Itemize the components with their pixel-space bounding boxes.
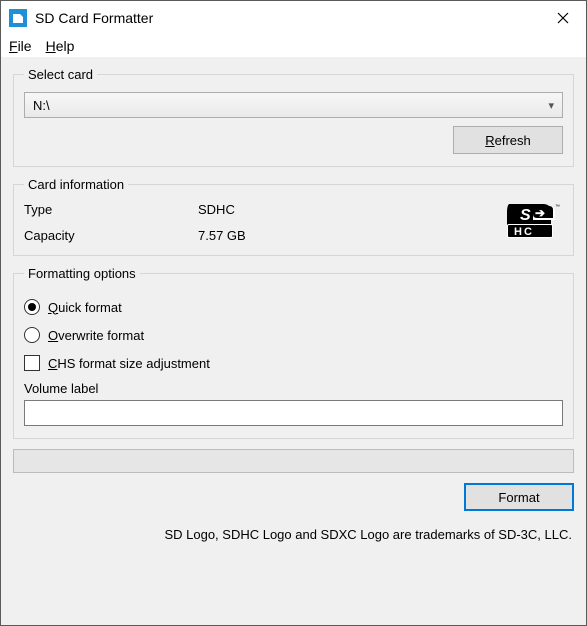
select-card-legend: Select card (24, 67, 97, 82)
app-icon (9, 9, 27, 27)
formatting-legend: Formatting options (24, 266, 140, 281)
chevron-down-icon: ▾ (548, 99, 554, 112)
card-info-legend: Card information (24, 177, 128, 192)
progress-bar (13, 449, 574, 473)
chs-label: CHS format size adjustment (48, 356, 210, 371)
checkbox-icon (24, 355, 40, 371)
app-window: SD Card Formatter File Help Select card … (0, 0, 587, 626)
radio-icon (24, 327, 40, 343)
chs-checkbox[interactable]: CHS format size adjustment (24, 351, 563, 375)
type-label: Type (24, 202, 194, 217)
quick-format-label: Quick format (48, 300, 122, 315)
menu-help[interactable]: Help (46, 38, 75, 54)
svg-text:™: ™ (555, 204, 560, 210)
formatting-group: Formatting options Quick format Overwrit… (13, 266, 574, 439)
svg-text:➔: ➔ (535, 206, 545, 220)
window-title: SD Card Formatter (35, 10, 540, 26)
svg-text:S: S (520, 207, 531, 224)
volume-label-input[interactable] (24, 400, 563, 426)
close-button[interactable] (540, 1, 586, 35)
card-info-group: Card information Type SDHC S ➔ HC ™ (13, 177, 574, 256)
overwrite-format-label: Overwrite format (48, 328, 144, 343)
sdhc-logo: S ➔ HC ™ (505, 202, 563, 243)
capacity-value: 7.57 GB (198, 228, 501, 243)
format-button[interactable]: Format (464, 483, 574, 511)
titlebar: SD Card Formatter (1, 1, 586, 35)
menubar: File Help (1, 35, 586, 57)
close-icon (557, 12, 569, 24)
type-value: SDHC (198, 202, 501, 217)
drive-select[interactable]: N:\ ▾ (24, 92, 563, 118)
overwrite-format-radio[interactable]: Overwrite format (24, 323, 563, 347)
format-button-label: Format (498, 490, 539, 505)
radio-icon (24, 299, 40, 315)
menu-file[interactable]: File (9, 38, 32, 54)
capacity-label: Capacity (24, 228, 194, 243)
quick-format-radio[interactable]: Quick format (24, 295, 563, 319)
drive-select-value: N:\ (33, 98, 50, 113)
refresh-button[interactable]: Refresh (453, 126, 563, 154)
select-card-group: Select card N:\ ▾ Refresh (13, 67, 574, 167)
svg-text:HC: HC (514, 226, 534, 238)
trademark-text: SD Logo, SDHC Logo and SDXC Logo are tra… (13, 521, 574, 542)
volume-label-caption: Volume label (24, 381, 563, 396)
client-area: Select card N:\ ▾ Refresh Card informati… (1, 57, 586, 625)
